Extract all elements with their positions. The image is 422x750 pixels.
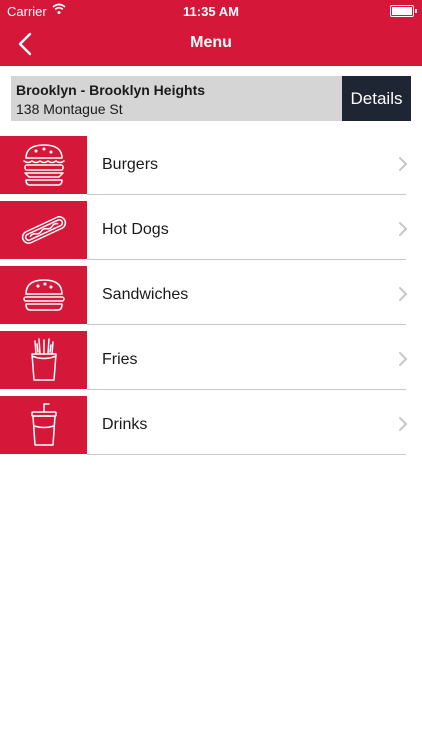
- menu-item-burgers[interactable]: Burgers: [0, 136, 422, 201]
- menu-item-label: Fries: [102, 351, 138, 368]
- menu-item-sandwiches[interactable]: Sandwiches: [0, 266, 422, 331]
- location-bar: Brooklyn - Brooklyn Heights 138 Montague…: [11, 76, 342, 121]
- menu-item-hot-dogs[interactable]: Hot Dogs: [0, 201, 422, 266]
- divider: [87, 454, 406, 455]
- menu-item-drinks[interactable]: Drinks: [0, 396, 422, 461]
- location-address: 138 Montague St: [16, 101, 123, 117]
- chevron-right-icon: [399, 157, 408, 171]
- location-name: Brooklyn - Brooklyn Heights: [16, 82, 206, 98]
- menu-item-label: Hot Dogs: [102, 221, 169, 238]
- divider: [87, 194, 406, 195]
- fries-icon: [0, 331, 87, 389]
- chevron-right-icon: [399, 222, 408, 236]
- divider: [87, 324, 406, 325]
- divider: [87, 389, 406, 390]
- menu-item-fries[interactable]: Fries: [0, 331, 422, 396]
- divider: [87, 259, 406, 260]
- status-bar: Carrier 11:35 AM: [0, 0, 422, 22]
- menu-item-label: Drinks: [102, 416, 148, 433]
- battery-icon: [390, 5, 417, 17]
- drink-icon: [0, 396, 87, 454]
- chevron-right-icon: [399, 287, 408, 301]
- nav-bar: Menu: [0, 22, 422, 66]
- hotdog-icon: [0, 201, 87, 259]
- chevron-right-icon: [399, 352, 408, 366]
- menu-list: Burgers Hot Dogs Sandwiches Fries Drinks: [0, 136, 422, 461]
- status-time: 11:35 AM: [183, 4, 239, 19]
- sandwich-icon: [0, 266, 87, 324]
- page-title: Menu: [190, 34, 232, 51]
- menu-item-label: Sandwiches: [102, 286, 189, 303]
- menu-item-label: Burgers: [102, 156, 159, 173]
- details-button[interactable]: Details: [342, 76, 411, 121]
- chevron-right-icon: [399, 417, 408, 431]
- burger-icon: [0, 136, 87, 194]
